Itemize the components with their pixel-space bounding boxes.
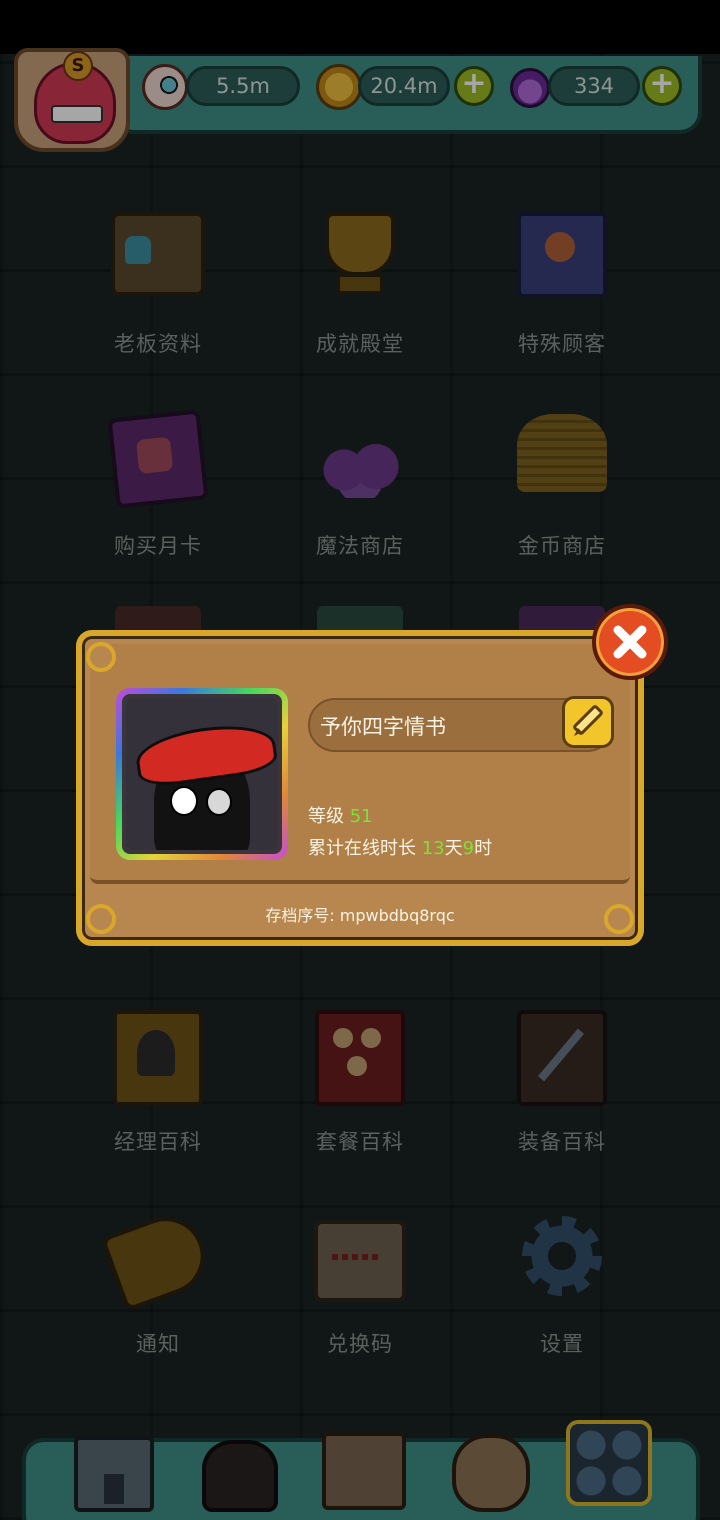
portrait-background — [126, 698, 278, 850]
close-icon — [613, 625, 647, 659]
online-time-line: 累计在线时长 13天9时 — [308, 834, 492, 860]
online-hours-unit: 时 — [474, 838, 493, 859]
eye-right-icon — [206, 788, 232, 816]
corner-ornament-icon — [86, 642, 116, 672]
online-hours-value: 9 — [462, 838, 475, 859]
pencil-icon — [573, 705, 603, 736]
player-name: 予你四字情书 — [320, 715, 446, 739]
close-button[interactable] — [592, 604, 668, 680]
eye-left-icon — [170, 786, 198, 816]
level-value: 51 — [349, 806, 373, 827]
save-id-text: 存档序号: mpwbdbq8rqc — [265, 906, 455, 925]
edit-name-button[interactable] — [562, 696, 614, 748]
online-days-unit: 天 — [444, 838, 463, 859]
red-hat-icon — [133, 718, 278, 790]
online-time-label: 累计在线时长 — [308, 838, 416, 859]
game-menu-screen: S 5.5m 20.4m + 334 + 老板资料 成就殿堂 特殊顾客 购买月卡… — [0, 0, 720, 1520]
profile-dialog: 予你四字情书 等级 51 累计在线时长 13天9时 存档序号: mpwbdbq8… — [76, 630, 644, 946]
level-label: 等级 — [308, 806, 344, 827]
online-days-value: 13 — [421, 838, 445, 859]
player-portrait[interactable] — [116, 688, 288, 860]
level-line: 等级 51 — [308, 802, 373, 828]
